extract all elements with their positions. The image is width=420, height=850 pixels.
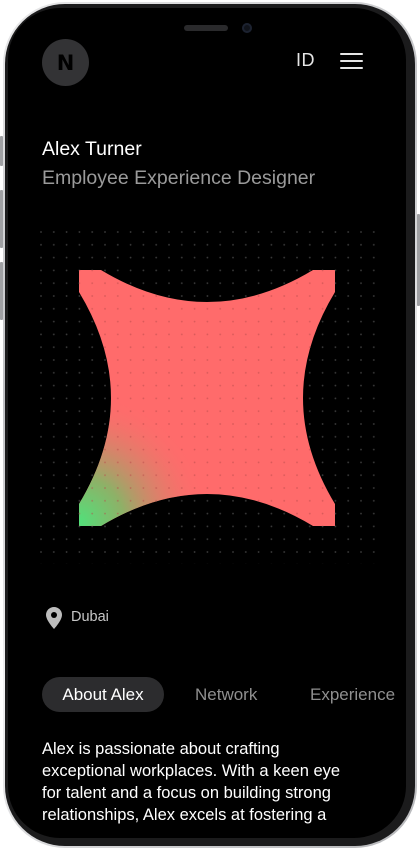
bio-line: Alex is passionate about crafting [42,740,280,758]
bio-text: Alex is passionate about crafting except… [42,738,372,826]
notch [141,8,273,36]
logo-letter: N [56,50,75,75]
bio-line: exceptional workplaces. With a keen eye [42,762,341,780]
location-pin-icon [46,607,62,629]
profile-artwork [39,230,375,564]
profile-name: Alex Turner [42,138,142,160]
bio-line: for talent and a focus on building stron… [42,784,331,802]
location-label: Dubai [71,609,109,625]
tab-about[interactable]: About Alex [42,677,164,712]
tab-experience[interactable]: Experience [310,677,395,712]
brand-logo[interactable]: N [42,39,89,86]
language-switch[interactable]: ID [296,50,315,71]
star-shape-graphic [39,230,375,564]
profile-role: Employee Experience Designer [42,167,316,189]
silent-switch [0,136,3,166]
tab-network[interactable]: Network [195,677,257,712]
bio-line: relationships, Alex excels at fostering … [42,806,327,824]
speaker-grille [184,25,228,31]
volume-down-button [0,262,3,320]
front-camera [242,23,252,33]
volume-up-button [0,190,3,248]
hamburger-menu-icon[interactable] [340,53,363,69]
app-screen: N ID Alex Turner Employee Experience Des… [8,8,406,838]
